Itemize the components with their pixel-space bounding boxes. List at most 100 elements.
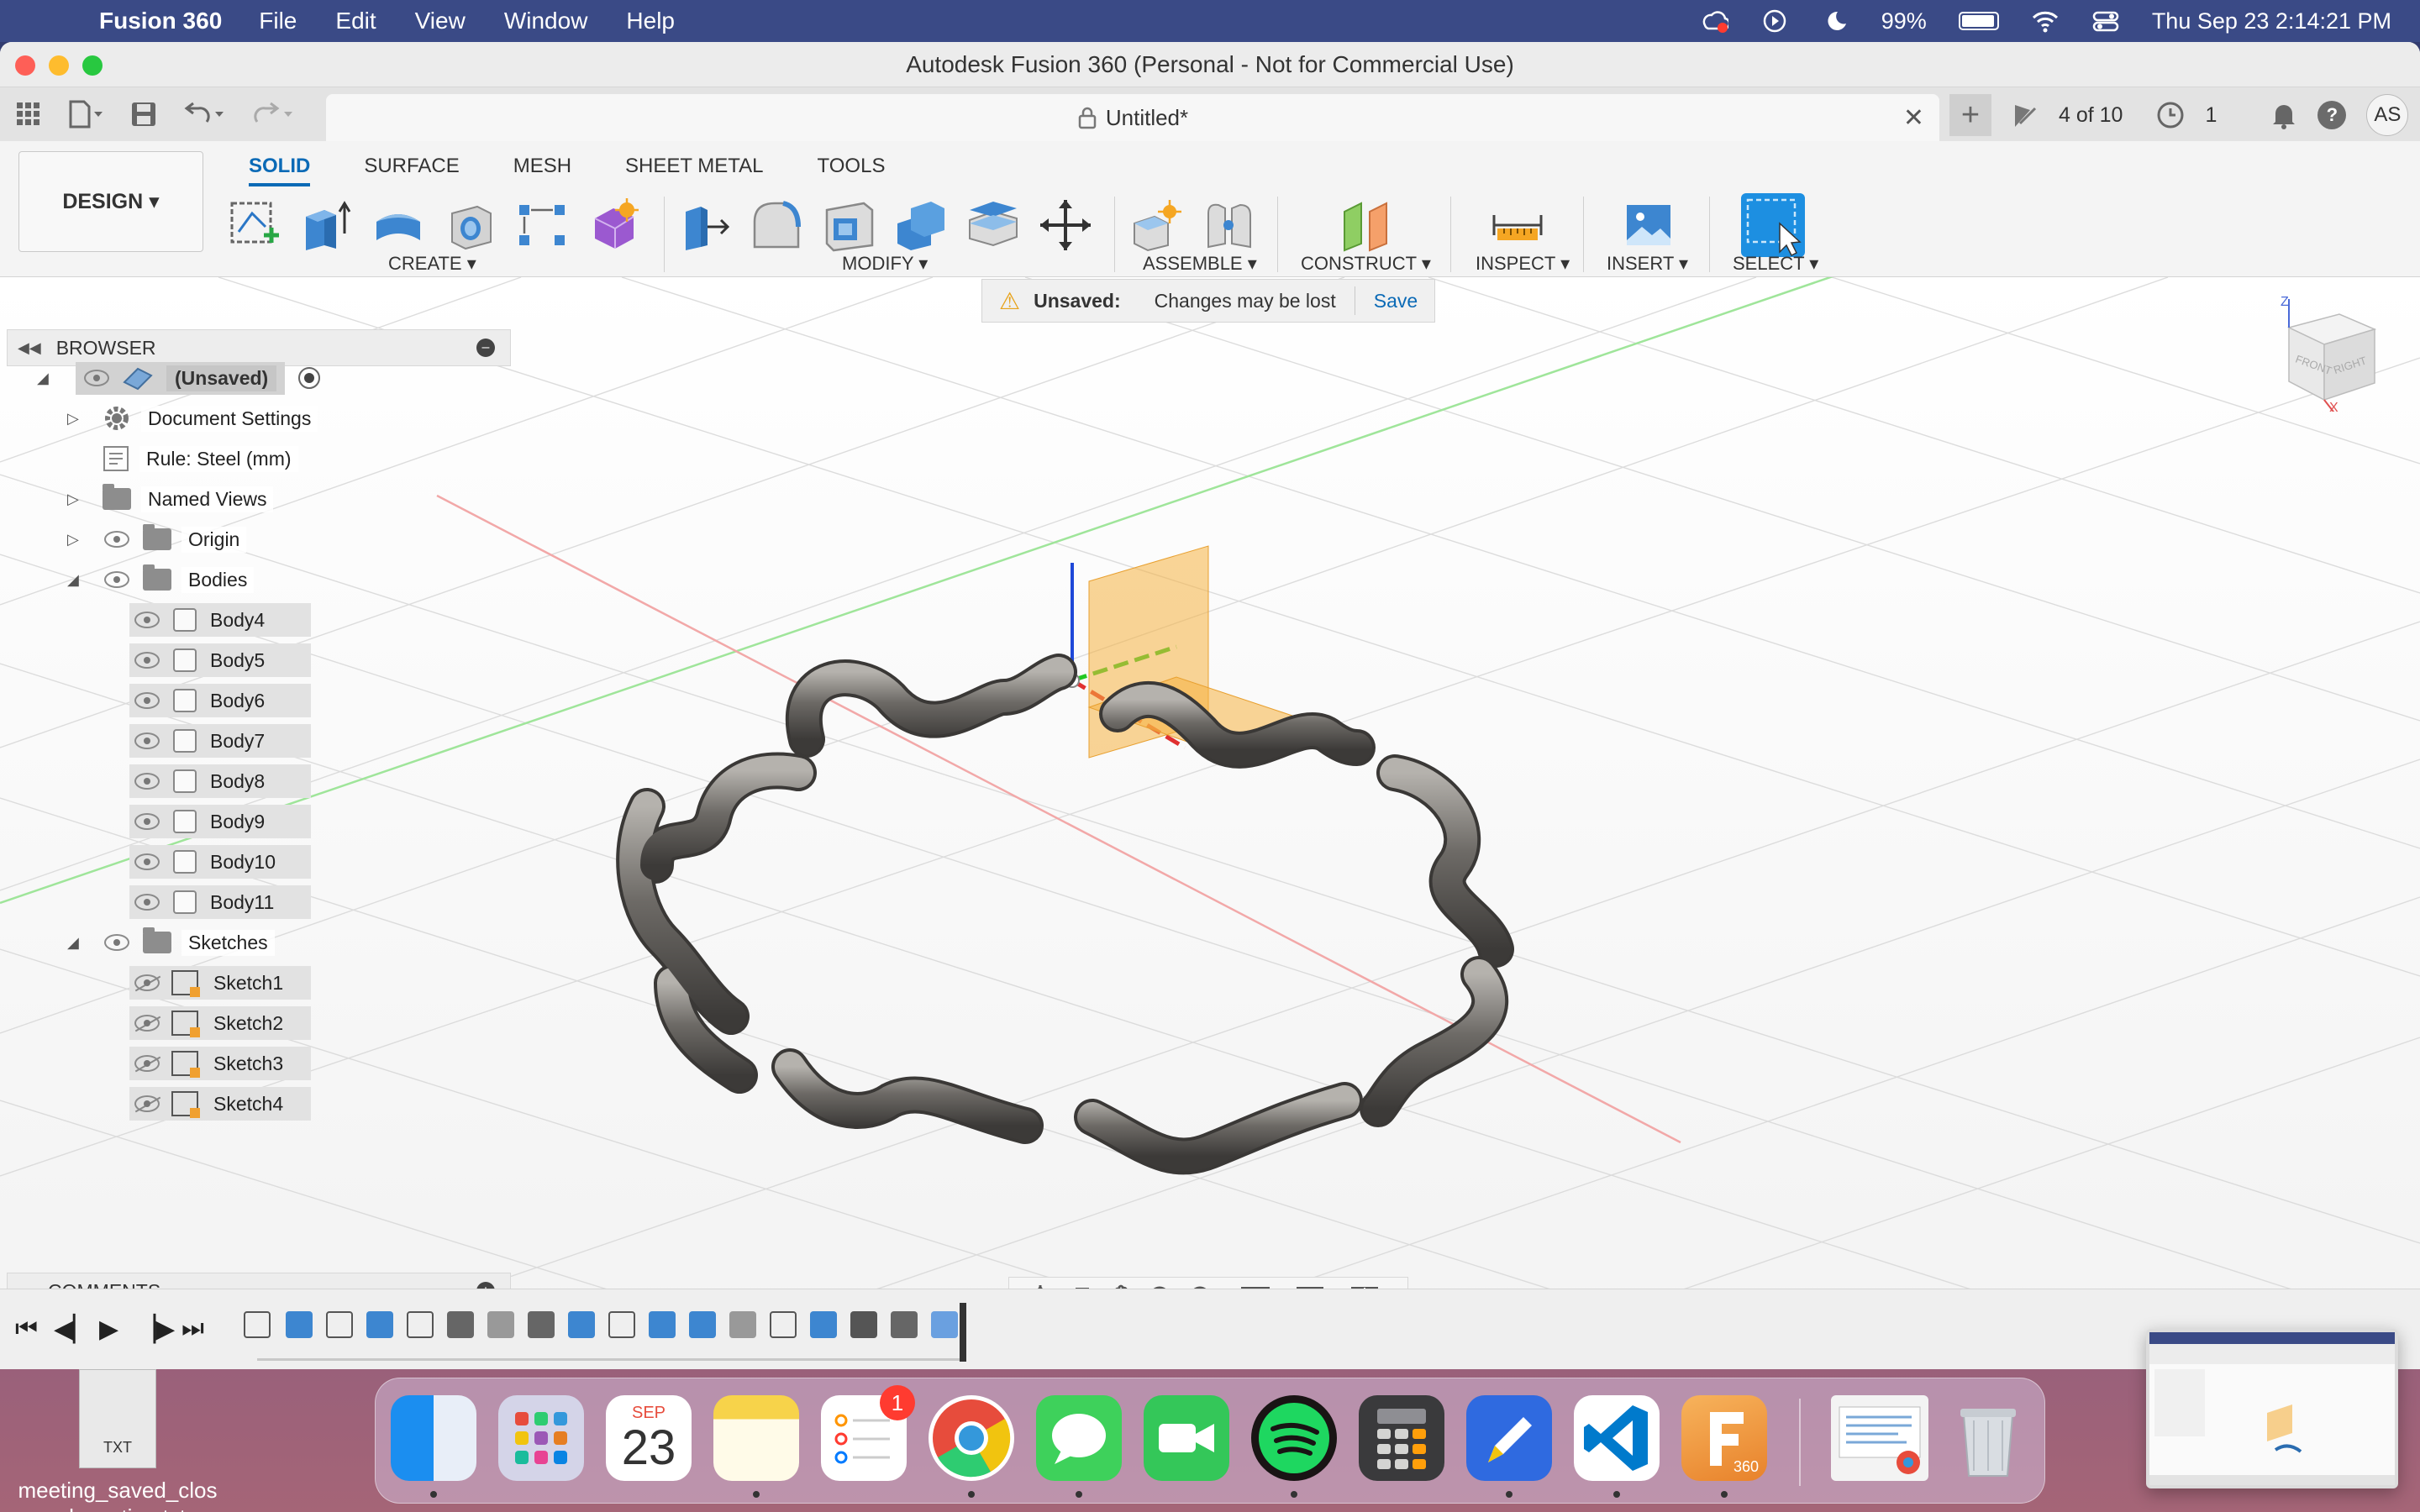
creative-cloud-icon[interactable] <box>1700 8 1728 34</box>
offset-face-icon[interactable] <box>966 198 1020 252</box>
revolve-icon[interactable] <box>371 198 425 252</box>
timeline-extrude-feature[interactable] <box>689 1311 716 1338</box>
tree-sketch[interactable]: Sketch4 <box>129 1087 311 1121</box>
visibility-eye-icon[interactable] <box>104 934 129 951</box>
visibility-eye-icon[interactable] <box>104 571 129 588</box>
tree-sketch[interactable]: Sketch1 <box>129 966 311 1000</box>
timeline-sketch-feature[interactable] <box>608 1311 635 1338</box>
timeline-sketch-feature[interactable] <box>407 1311 434 1338</box>
insert-group-menu[interactable]: INSERT ▾ <box>1607 253 1688 275</box>
play-icon[interactable] <box>1760 8 1789 34</box>
activate-component-radio[interactable] <box>298 367 321 389</box>
swept-bodies[interactable] <box>616 654 1514 1175</box>
visibility-eye-icon[interactable] <box>134 612 160 628</box>
shell-icon[interactable] <box>822 198 876 252</box>
visibility-eye-icon[interactable] <box>84 370 109 386</box>
document-tab[interactable]: Untitled* ✕ <box>326 94 1939 141</box>
spotify-icon[interactable] <box>1251 1395 1337 1481</box>
timeline-sketch-feature[interactable] <box>770 1311 797 1338</box>
timeline-joint-feature[interactable] <box>850 1311 877 1338</box>
messages-icon[interactable] <box>1036 1395 1122 1481</box>
vscode-icon[interactable] <box>1574 1395 1660 1481</box>
menu-file[interactable]: File <box>259 8 297 34</box>
notifications-bell-icon[interactable] <box>2270 101 2297 129</box>
collapsed-triangle-icon[interactable]: ▷ <box>67 410 84 428</box>
fusion-360-dock-icon[interactable]: 360 <box>1681 1395 1767 1481</box>
press-pull-icon[interactable] <box>677 198 731 252</box>
tab-sheet-metal[interactable]: SHEET METAL <box>625 155 763 186</box>
joint-icon[interactable] <box>1202 198 1255 252</box>
select-tool-icon[interactable] <box>1741 193 1805 257</box>
select-group-menu[interactable]: SELECT ▾ <box>1733 253 1818 275</box>
tree-body[interactable]: Body10 <box>129 845 311 879</box>
hidden-eye-icon[interactable] <box>134 1015 160 1032</box>
tree-body[interactable]: Body9 <box>129 805 311 838</box>
tree-bodies-folder[interactable]: ◢ Bodies <box>67 563 255 596</box>
create-form-icon[interactable] <box>588 198 642 252</box>
timeline-next-icon[interactable]: ▕▶ <box>136 1315 175 1344</box>
timeline-previous-icon[interactable]: ◀▏ <box>54 1315 92 1344</box>
timeline-track[interactable] <box>257 1358 963 1361</box>
visibility-eye-icon[interactable] <box>134 894 160 911</box>
timeline-extrude-feature[interactable] <box>649 1311 676 1338</box>
timeline-sketch-feature[interactable] <box>244 1311 271 1338</box>
create-sketch-icon[interactable] <box>227 198 281 252</box>
close-tab-icon[interactable]: ✕ <box>1903 103 1924 133</box>
pattern-icon[interactable] <box>516 198 570 252</box>
timeline-sweep-feature[interactable] <box>286 1311 313 1338</box>
wifi-icon[interactable] <box>2031 8 2060 34</box>
collapsed-triangle-icon[interactable]: ▷ <box>67 491 84 508</box>
tree-sketches-folder[interactable]: ◢ Sketches <box>67 926 275 959</box>
expanded-triangle-icon[interactable]: ◢ <box>67 571 84 589</box>
assemble-group-menu[interactable]: ASSEMBLE ▾ <box>1143 253 1257 275</box>
timeline-last-icon[interactable]: ⏭ <box>182 1315 204 1343</box>
tree-body[interactable]: Body8 <box>129 764 311 798</box>
menu-edit[interactable]: Edit <box>335 8 376 34</box>
finder-icon[interactable] <box>391 1395 476 1481</box>
menu-view[interactable]: View <box>415 8 466 34</box>
collapsed-triangle-icon[interactable]: ▷ <box>67 531 84 549</box>
browser-minimize-button[interactable]: – <box>476 339 495 357</box>
save-icon[interactable] <box>129 100 158 129</box>
visibility-eye-icon[interactable] <box>134 853 160 870</box>
timeline-move-feature[interactable] <box>447 1311 474 1338</box>
timeline-sweep-feature[interactable] <box>810 1311 837 1338</box>
fillet-icon[interactable] <box>750 198 803 252</box>
moon-icon[interactable] <box>1821 8 1849 34</box>
visibility-eye-icon[interactable] <box>134 652 160 669</box>
tree-origin[interactable]: ▷ Origin <box>67 522 247 556</box>
close-window-button[interactable] <box>15 55 35 76</box>
visibility-eye-icon[interactable] <box>134 773 160 790</box>
timeline-move-feature[interactable] <box>891 1311 918 1338</box>
battery-icon[interactable] <box>1958 12 1999 30</box>
user-avatar[interactable]: AS <box>2366 94 2409 136</box>
timeline-combine-feature[interactable] <box>568 1311 595 1338</box>
tree-root[interactable]: ◢ (Unsaved) <box>37 361 321 395</box>
recent-document-icon[interactable] <box>1831 1395 1928 1481</box>
visibility-eye-icon[interactable] <box>134 732 160 749</box>
pen-app-icon[interactable] <box>1466 1395 1552 1481</box>
menu-window[interactable]: Window <box>504 8 588 34</box>
timeline-sketch-feature[interactable] <box>326 1311 353 1338</box>
offset-plane-icon[interactable] <box>1339 198 1393 252</box>
tree-rule[interactable]: Rule: Steel (mm) <box>103 442 298 475</box>
expanded-triangle-icon[interactable]: ◢ <box>67 934 84 952</box>
tree-body[interactable]: Body11 <box>129 885 311 919</box>
app-menu[interactable]: Fusion 360 <box>99 8 222 34</box>
timeline-first-icon[interactable]: ⏮ <box>15 1315 38 1343</box>
desktop-file[interactable]: TXT meeting_saved_closed_caption.txt <box>17 1369 218 1512</box>
construct-group-menu[interactable]: CONSTRUCT ▾ <box>1301 253 1431 275</box>
hole-icon[interactable] <box>444 198 497 252</box>
tree-document-settings[interactable]: ▷ Document Settings <box>67 402 318 435</box>
notes-icon[interactable] <box>713 1395 799 1481</box>
viewcube[interactable]: Z X FRONT RIGHT <box>2269 294 2386 412</box>
hidden-eye-icon[interactable] <box>134 1055 160 1072</box>
workspace-switcher[interactable]: DESIGN ▾ <box>18 151 203 252</box>
new-component-icon[interactable] <box>1129 198 1183 252</box>
move-icon[interactable] <box>1039 198 1092 252</box>
collapse-panel-icon[interactable]: ◀◀ <box>18 339 41 357</box>
visibility-eye-icon[interactable] <box>104 531 129 548</box>
create-group-menu[interactable]: CREATE ▾ <box>388 253 476 275</box>
visibility-eye-icon[interactable] <box>134 813 160 830</box>
trash-icon[interactable] <box>1945 1395 2031 1481</box>
